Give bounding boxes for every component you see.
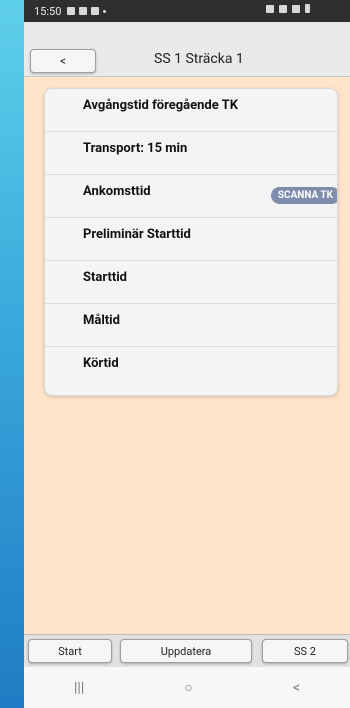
notification-icons bbox=[67, 7, 107, 15]
list-item: Måltid bbox=[45, 304, 337, 347]
row-label: Ankomsttid bbox=[83, 184, 151, 199]
status-bar: 15:50 bbox=[24, 0, 350, 22]
row-label: Avgångstid föregående TK bbox=[83, 98, 238, 113]
bottom-toolbar: Start Uppdatera SS 2 bbox=[24, 634, 350, 667]
list-item: Preliminär Starttid bbox=[45, 218, 337, 261]
next-stage-button[interactable]: SS 2 bbox=[262, 639, 348, 663]
row-label: Preliminär Starttid bbox=[83, 227, 191, 242]
list-item: Avgångstid föregående TK bbox=[45, 89, 337, 132]
row-label: Måltid bbox=[83, 313, 120, 328]
twitter-icon bbox=[79, 7, 88, 15]
page-title: SS 1 Sträcka 1 bbox=[154, 51, 244, 67]
wifi-icon bbox=[279, 4, 287, 13]
row-label: Starttid bbox=[83, 270, 127, 285]
scan-tk-button[interactable]: SCANNA TK bbox=[270, 187, 337, 204]
home-icon[interactable]: ○ bbox=[184, 679, 192, 696]
app-header: < SS 1 Sträcka 1 bbox=[24, 22, 350, 77]
battery-icon bbox=[305, 4, 310, 13]
mute-icon bbox=[266, 4, 274, 13]
recent-apps-icon[interactable]: ||| bbox=[74, 680, 84, 696]
system-navbar: ||| ○ < bbox=[24, 667, 350, 708]
row-label: Transport: 15 min bbox=[83, 141, 188, 156]
gallery-icon bbox=[67, 7, 76, 15]
system-icons bbox=[266, 4, 310, 13]
list-item: Ankomsttid SCANNA TK bbox=[45, 175, 337, 218]
start-button[interactable]: Start bbox=[28, 639, 112, 663]
app-screen: 15:50 < SS 1 Sträcka 1 Avgångstid föregå… bbox=[24, 0, 350, 708]
status-time: 15:50 bbox=[34, 4, 62, 18]
list-item: Körtid bbox=[45, 347, 337, 390]
list-item: Starttid bbox=[45, 261, 337, 304]
nav-back-icon[interactable]: < bbox=[293, 680, 300, 696]
row-label: Körtid bbox=[83, 356, 119, 371]
update-button[interactable]: Uppdatera bbox=[120, 639, 252, 663]
mail-icon bbox=[91, 7, 100, 15]
list-item: Transport: 15 min bbox=[45, 132, 337, 175]
info-card: Avgångstid föregående TK Transport: 15 m… bbox=[44, 88, 338, 396]
back-button[interactable]: < bbox=[30, 49, 96, 73]
signal-icon bbox=[292, 4, 300, 13]
more-notifications-icon bbox=[103, 9, 107, 13]
